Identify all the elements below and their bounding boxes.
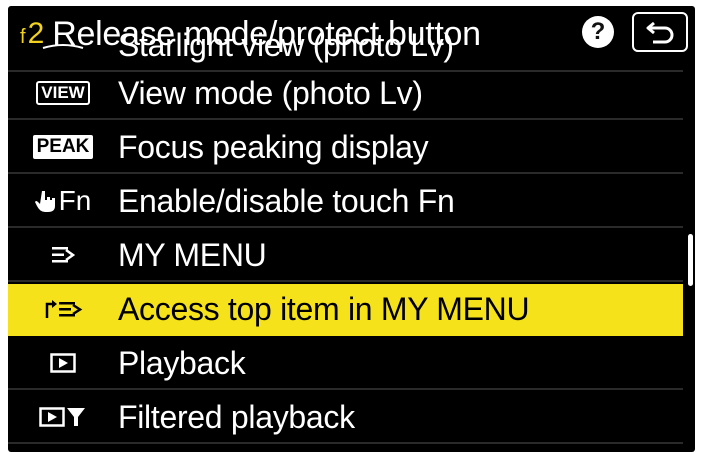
camera-menu-screen: f 2 Release mode/protect button ? Starli… [8, 6, 695, 452]
list-item[interactable]: Playback [8, 338, 683, 390]
list-item[interactable]: VIEW View mode (photo Lv) [8, 68, 683, 120]
list-item-label: Starlight view (photo Lv) [118, 26, 454, 63]
list-item[interactable]: Filtered playback [8, 392, 683, 444]
hand-icon [34, 191, 55, 212]
my-menu-icon [8, 229, 118, 281]
list-item-label: View mode (photo Lv) [118, 74, 423, 111]
filtered-playback-icon [8, 391, 118, 443]
view-icon: VIEW [8, 67, 118, 119]
playback-icon [8, 337, 118, 389]
list-item-label: Filtered playback [118, 398, 355, 435]
peak-icon-text: PEAK [32, 135, 94, 159]
list-item-selected[interactable]: Access top item in MY MENU [8, 284, 683, 336]
touch-fn-icon: Fn [8, 175, 118, 227]
list-item[interactable]: MY MENU [8, 230, 683, 282]
list-item-label: Playback [118, 344, 246, 381]
list-item-label: Access top item in MY MENU [118, 290, 530, 327]
starlight-view-icon [8, 19, 118, 71]
view-icon-text: VIEW [36, 81, 90, 105]
list-item[interactable]: PEAK Focus peaking display [8, 122, 683, 174]
my-menu-top-item-icon [8, 283, 118, 335]
scrollbar[interactable] [688, 234, 693, 286]
list-item-label: Enable/disable touch Fn [118, 182, 455, 219]
list-item[interactable]: Starlight view (photo Lv) [8, 20, 683, 72]
list-item-label: MY MENU [118, 236, 267, 273]
touch-fn-icon-text: Fn [58, 185, 92, 216]
list-item-label: Focus peaking display [118, 128, 429, 165]
peak-icon: PEAK [8, 121, 118, 173]
list-item[interactable]: Fn Enable/disable touch Fn [8, 176, 683, 228]
